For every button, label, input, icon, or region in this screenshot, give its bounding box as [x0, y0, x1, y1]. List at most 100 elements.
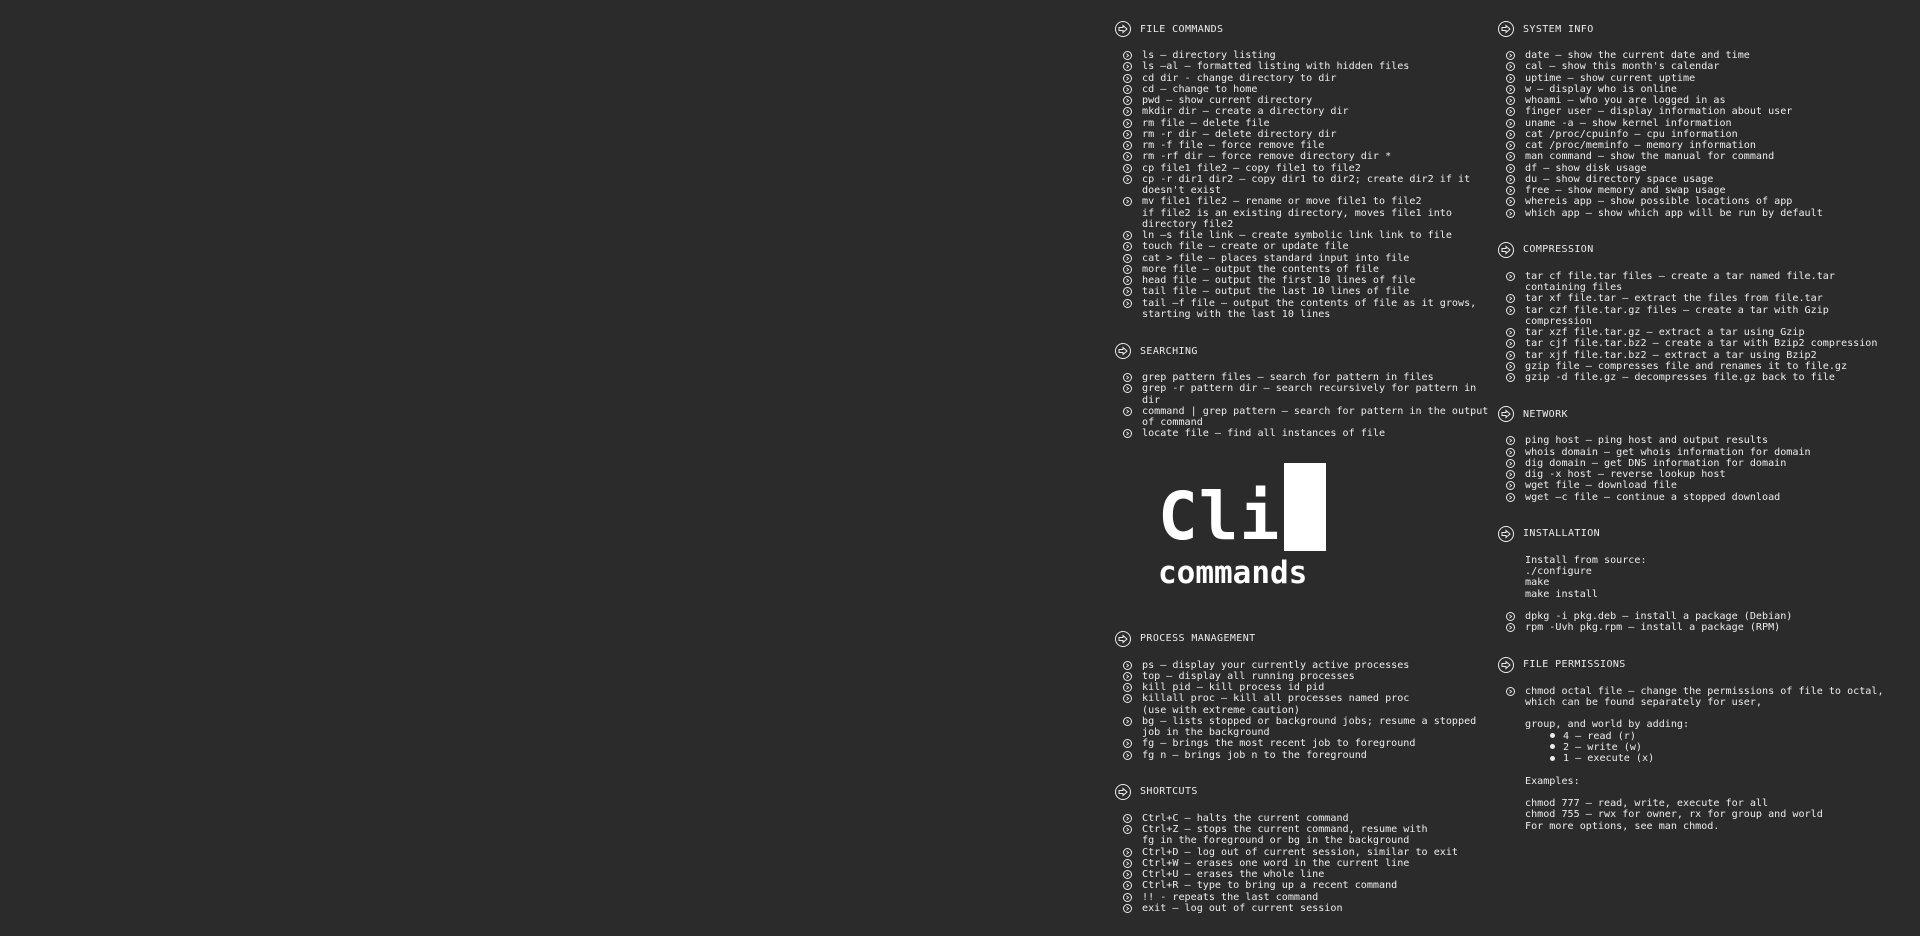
chevron-right-icon: [1506, 118, 1515, 128]
item-text: mv file1 file2 – rename or move file1 to…: [1142, 196, 1452, 230]
item-text: w – display who is online: [1525, 83, 1677, 95]
item-text: Ctrl+D – log out of current session, sim…: [1142, 846, 1459, 858]
list-item: whoami – who you are logged in as: [1498, 95, 1898, 106]
item-text: cd dir - change directory to dir: [1142, 72, 1337, 84]
chevron-right-icon: [1506, 208, 1515, 218]
chevron-right-icon: [1506, 686, 1515, 696]
item-text: pwd – show current directory: [1142, 95, 1313, 106]
list-item: dpkg -i pkg.deb – install a package (Deb…: [1498, 611, 1898, 622]
chevron-right-icon: [1123, 298, 1132, 308]
item-text: ps – display your currently active proce…: [1142, 659, 1410, 671]
item-text: fg – brings the most recent job to foreg…: [1142, 738, 1416, 750]
chevron-right-icon: [1123, 129, 1132, 139]
item-text: rm -f file – force remove file: [1142, 140, 1325, 151]
item-text: exit – log out of current session: [1142, 902, 1343, 914]
item-text: fg n – brings job n to the foreground: [1142, 749, 1367, 761]
chevron-right-icon: [1506, 350, 1515, 360]
item-text: wget file – download file: [1525, 480, 1677, 492]
list-item: tar xzf file.tar.gz – extract a tar usin…: [1498, 327, 1898, 338]
chevron-right-icon: [1506, 481, 1515, 491]
arrow-right-circle-icon: [1498, 241, 1514, 258]
command-list: tar cf file.tar files – create a tar nam…: [1498, 271, 1898, 384]
list-item: command | grep pattern – search for patt…: [1115, 406, 1500, 429]
item-text: Ctrl+Z – stops the current command, resu…: [1142, 824, 1428, 847]
list-item: whois domain – get whois information for…: [1498, 447, 1898, 458]
arrow-right-circle-icon: [1498, 656, 1514, 673]
list-item: fg n – brings job n to the foreground: [1115, 750, 1500, 761]
item-text: bg – lists stopped or background jobs; r…: [1142, 715, 1483, 738]
section-header: PROCESS MANAGEMENT: [1115, 630, 1500, 648]
list-item: wget file – download file: [1498, 480, 1898, 491]
item-text: tar cjf file.tar.bz2 – create a tar with…: [1525, 338, 1878, 350]
item-text: whois domain – get whois information for…: [1525, 446, 1811, 458]
chevron-right-icon: [1123, 429, 1132, 439]
list-item: dig -x host – reverse lookup host: [1498, 469, 1898, 480]
item-text: wget –c file – continue a stopped downlo…: [1525, 491, 1781, 503]
permission-bit-text: 2 – write (w): [1563, 741, 1643, 753]
item-text: command | grep pattern – search for patt…: [1142, 405, 1495, 428]
chevron-right-icon: [1506, 62, 1515, 72]
item-text: tar xjf file.tar.bz2 – extract a tar usi…: [1525, 349, 1817, 361]
chevron-right-icon: [1506, 129, 1515, 139]
install-step: ./configure: [1525, 566, 1592, 577]
list-item: finger user – display information about …: [1498, 106, 1898, 117]
cli-logo: Cli commands: [1158, 463, 1366, 593]
item-text: dpkg -i pkg.deb – install a package (Deb…: [1525, 611, 1793, 622]
section-title: PROCESS MANAGEMENT: [1140, 633, 1256, 644]
item-text: chmod octal file – change the permission…: [1525, 685, 1890, 708]
section-header: FILE PERMISSIONS: [1498, 656, 1898, 674]
list-item: tar xf file.tar – extract the files from…: [1498, 293, 1898, 304]
chevron-right-icon: [1123, 242, 1132, 252]
chevron-right-icon: [1123, 197, 1132, 207]
item-text: cat /proc/meminfo – memory information: [1525, 140, 1756, 151]
chevron-right-icon: [1506, 271, 1515, 281]
list-item: ln –s file link – create symbolic link l…: [1115, 230, 1500, 241]
command-list: grep pattern files – search for pattern …: [1115, 372, 1500, 440]
list-item: Ctrl+Z – stops the current command, resu…: [1115, 824, 1500, 847]
chevron-right-icon: [1123, 174, 1132, 184]
list-item: grep pattern files – search for pattern …: [1115, 372, 1500, 383]
item-text: df – show disk usage: [1525, 162, 1647, 174]
list-item: rpm -Uvh pkg.rpm – install a package (RP…: [1498, 622, 1898, 633]
chevron-right-icon: [1506, 197, 1515, 207]
list-item: touch file – create or update file: [1115, 241, 1500, 252]
section-title: SEARCHING: [1140, 345, 1198, 357]
chevron-right-icon: [1506, 141, 1515, 150]
item-text: grep -r pattern dir – search recursively…: [1142, 383, 1483, 406]
item-text: Ctrl+C – halts the current command: [1142, 812, 1349, 824]
section-header: SYSTEM INFO: [1498, 20, 1898, 38]
list-item: uptime – show current uptime: [1498, 73, 1898, 84]
item-text: cat /proc/cpuinfo – cpu information: [1525, 128, 1738, 140]
permission-bit: 2 – write (w): [1498, 742, 1898, 753]
item-text: tail file – output the last 10 lines of …: [1142, 286, 1410, 298]
item-text: date – show the current date and time: [1525, 50, 1750, 61]
chevron-right-icon: [1506, 294, 1515, 304]
install-step: make install: [1525, 588, 1598, 600]
item-text: man command – show the manual for comman…: [1525, 151, 1775, 163]
item-text: killall proc – kill all processes named …: [1142, 693, 1410, 716]
chevron-right-icon: [1506, 96, 1515, 105]
chevron-right-icon: [1506, 186, 1515, 195]
list-item: free – show memory and swap usage: [1498, 185, 1898, 196]
item-text: cd – change to home: [1142, 83, 1258, 95]
chevron-right-icon: [1123, 107, 1132, 117]
chevron-right-icon: [1506, 152, 1515, 162]
item-text: dig domain – get DNS information for dom…: [1525, 457, 1787, 469]
chevron-right-icon: [1123, 163, 1132, 173]
arrow-right-circle-icon: [1115, 630, 1131, 647]
section-title: FILE COMMANDS: [1140, 23, 1224, 35]
item-text: grep pattern files – search for pattern …: [1142, 372, 1434, 383]
chevron-right-icon: [1123, 373, 1132, 382]
list-item: ls –al – formatted listing with hidden f…: [1115, 61, 1500, 72]
list-item: grep -r pattern dir – search recursively…: [1115, 383, 1500, 406]
list-item: dig domain – get DNS information for dom…: [1498, 458, 1898, 469]
section-compression: COMPRESSION tar cf file.tar files – creat…: [1498, 241, 1898, 384]
section-title: SHORTCUTS: [1140, 786, 1198, 798]
section-title: INSTALLATION: [1523, 528, 1601, 540]
list-item: cat /proc/cpuinfo – cpu information: [1498, 129, 1898, 140]
chevron-right-icon: [1506, 305, 1515, 315]
example-line: For more options, see man chmod.: [1525, 820, 1720, 832]
section-header: SEARCHING: [1115, 342, 1500, 360]
item-text: locate file – find all instances of file: [1142, 428, 1386, 440]
